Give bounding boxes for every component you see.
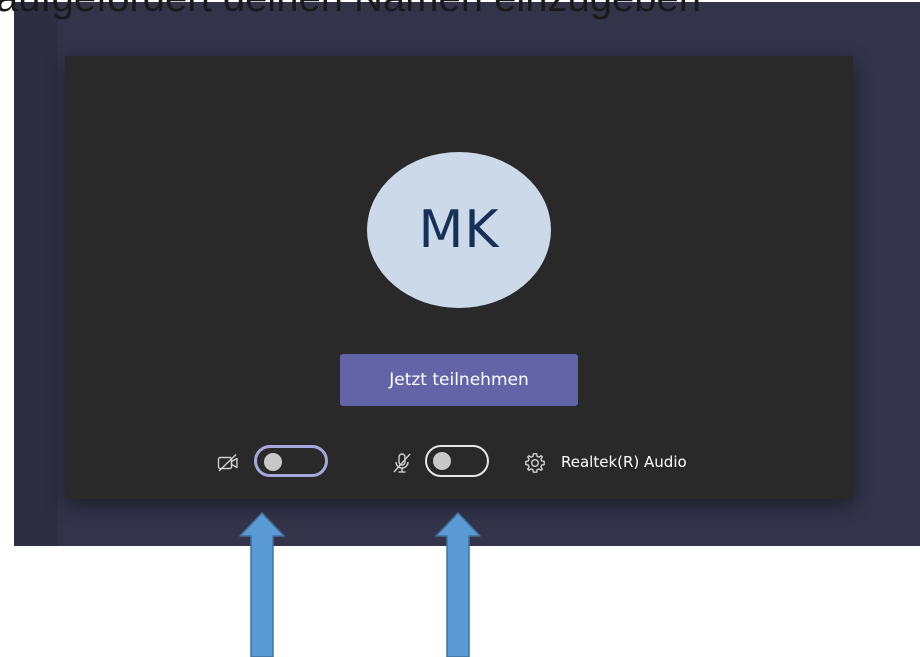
- mic-toggle-knob: [433, 452, 451, 470]
- teams-prejoin-screenshot: MK Jetzt teilnehmen Realtek(R) Audio: [14, 2, 920, 546]
- device-controls: Realtek(R) Audio: [65, 441, 853, 485]
- slide: MK Jetzt teilnehmen Realtek(R) Audio: [0, 0, 920, 657]
- avatar-initials: MK: [418, 200, 500, 260]
- arrow-up-icon: [239, 512, 285, 657]
- audio-device-label[interactable]: Realtek(R) Audio: [561, 453, 687, 471]
- mic-off-icon[interactable]: [390, 451, 414, 475]
- arrow-up-icon: [435, 512, 481, 657]
- avatar: MK: [367, 152, 551, 308]
- mic-toggle[interactable]: [425, 445, 489, 477]
- video-toggle[interactable]: [254, 445, 328, 477]
- gear-icon[interactable]: [523, 451, 547, 475]
- backdrop-edge: [14, 2, 58, 546]
- prejoin-panel: MK Jetzt teilnehmen Realtek(R) Audio: [65, 56, 853, 499]
- camera-off-icon[interactable]: [216, 451, 240, 475]
- video-toggle-knob: [264, 453, 282, 471]
- join-now-button[interactable]: Jetzt teilnehmen: [340, 354, 578, 406]
- instruction-caption: aufgefordert deinen Namen einzugeben: [0, 0, 701, 22]
